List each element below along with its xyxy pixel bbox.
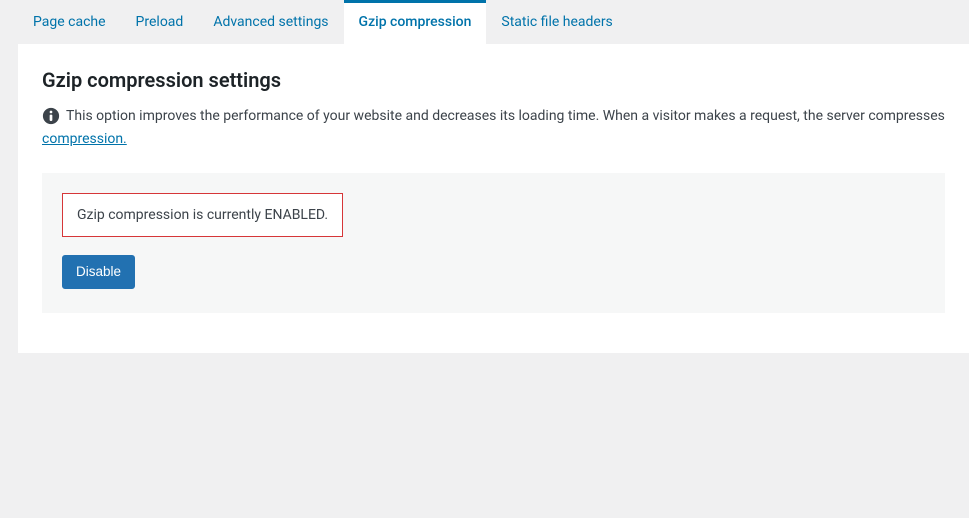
- tab-advanced-settings[interactable]: Advanced settings: [198, 0, 343, 44]
- info-row: This option improves the performance of …: [42, 106, 945, 127]
- content-panel: Gzip compression settings This option im…: [18, 44, 969, 353]
- tab-static-file-headers[interactable]: Static file headers: [486, 0, 627, 44]
- page-title: Gzip compression settings: [42, 68, 945, 92]
- status-container: Gzip compression is currently ENABLED. D…: [42, 173, 945, 313]
- tab-gzip-compression[interactable]: Gzip compression: [344, 0, 487, 44]
- disable-button[interactable]: Disable: [62, 255, 135, 289]
- tabs-nav: Page cache Preload Advanced settings Gzi…: [0, 0, 969, 44]
- info-link-compression[interactable]: compression.: [42, 131, 127, 147]
- status-box: Gzip compression is currently ENABLED.: [62, 193, 343, 237]
- info-icon: [42, 107, 60, 125]
- info-text: This option improves the performance of …: [66, 106, 945, 127]
- tab-preload[interactable]: Preload: [121, 0, 199, 44]
- status-text: Gzip compression is currently ENABLED.: [77, 207, 328, 223]
- tab-page-cache[interactable]: Page cache: [18, 0, 121, 44]
